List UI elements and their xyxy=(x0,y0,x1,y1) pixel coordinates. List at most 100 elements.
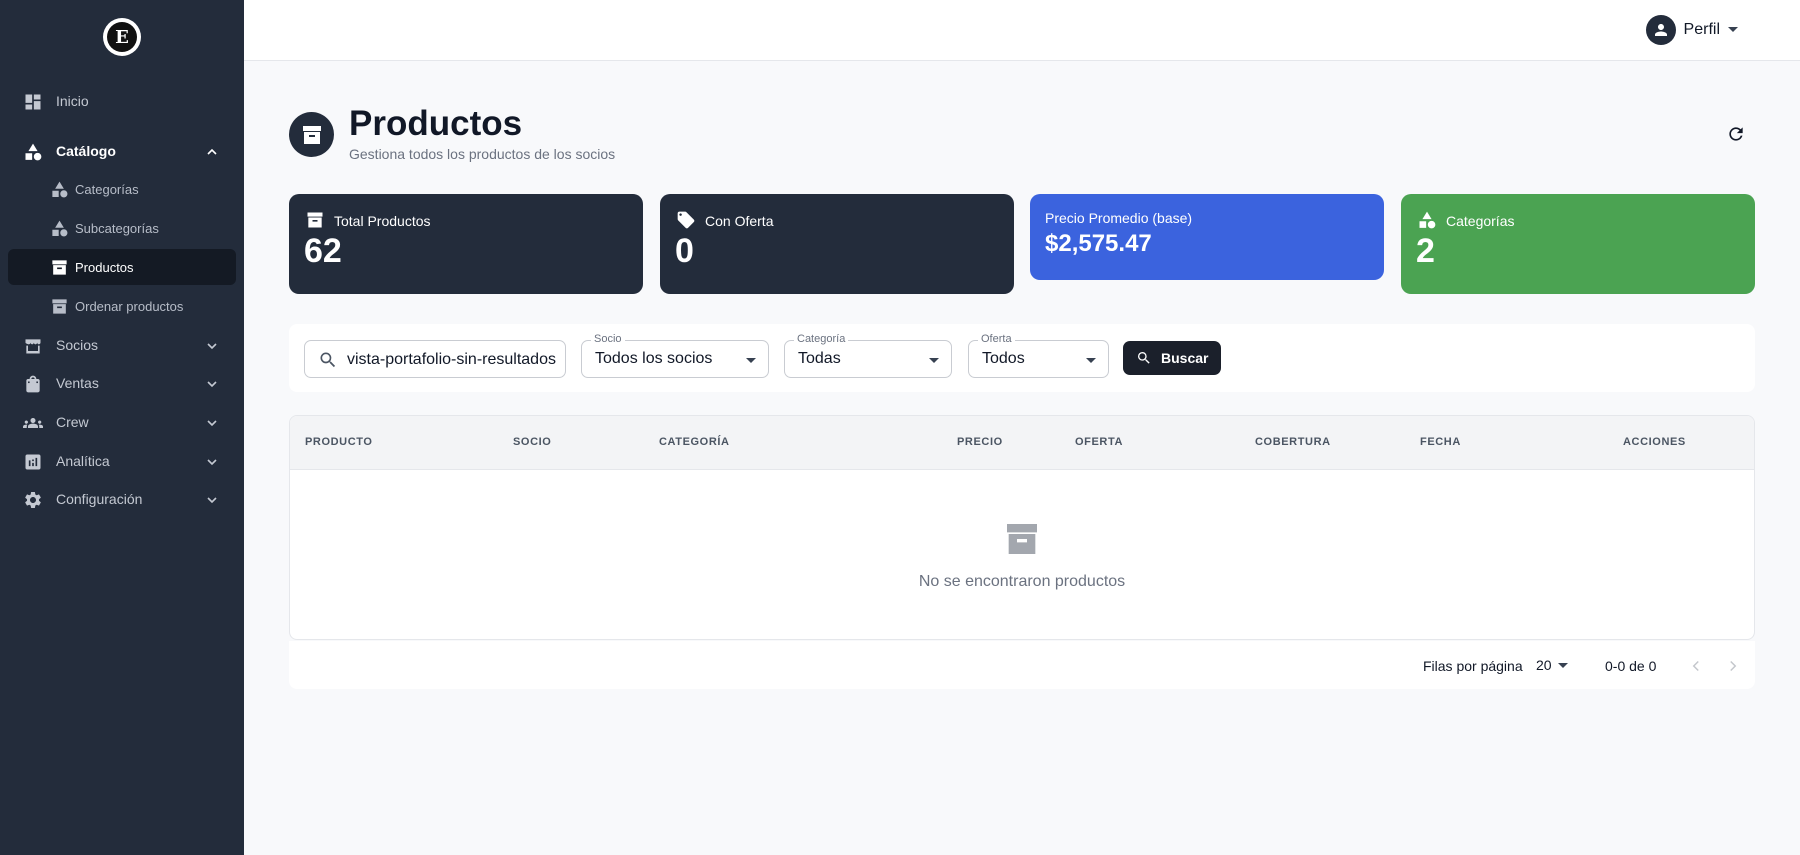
archive-icon xyxy=(52,299,67,314)
sidebar-item-crew[interactable]: Crew xyxy=(8,404,236,440)
chevron-down-icon xyxy=(207,343,217,350)
store-icon xyxy=(25,339,41,354)
column-header-socio[interactable]: SOCIO xyxy=(513,436,551,448)
stat-card-categorias: Categorías 2 xyxy=(1401,194,1755,294)
stat-value: 2 xyxy=(1416,232,1435,270)
stat-value: 62 xyxy=(304,232,342,270)
sidebar-subitem-productos[interactable]: Productos xyxy=(8,249,236,285)
dashboard-icon xyxy=(25,94,41,110)
logo-letter: E xyxy=(107,22,137,52)
sidebar-item-inicio[interactable]: Inicio xyxy=(8,83,236,119)
chevron-down-icon xyxy=(207,381,217,388)
empty-state-message: No se encontraron productos xyxy=(918,573,1126,590)
sidebar-subitem-categorias[interactable]: Categorías xyxy=(8,171,236,207)
stat-label: Con Oferta xyxy=(705,213,774,229)
caret-down-icon xyxy=(1728,27,1738,32)
profile-menu[interactable]: Perfil xyxy=(1645,15,1738,45)
search-button[interactable]: Buscar xyxy=(1123,341,1221,375)
caret-down-icon xyxy=(1558,663,1568,668)
sidebar-item-catalogo[interactable]: Catálogo xyxy=(8,133,236,169)
topbar: Perfil xyxy=(244,0,1800,61)
chevron-right-icon[interactable] xyxy=(1724,657,1742,675)
shopping-bag-icon xyxy=(26,375,40,393)
sidebar-item-label: Crew xyxy=(56,414,89,430)
chevron-up-icon xyxy=(207,148,217,155)
rows-per-page-value: 20 xyxy=(1536,657,1552,673)
categoria-select-value: Todas xyxy=(798,350,841,367)
column-header-fecha[interactable]: FECHA xyxy=(1420,436,1461,448)
rows-per-page-select[interactable]: 20 xyxy=(1536,657,1576,677)
sidebar-subitem-subcategorias[interactable]: Subcategorías xyxy=(8,210,236,246)
gear-icon xyxy=(25,492,41,508)
sidebar-item-configuracion[interactable]: Configuración xyxy=(8,481,236,517)
analytics-icon xyxy=(25,454,41,470)
column-header-categoria[interactable]: CATEGORÍA xyxy=(659,436,730,448)
shapes-icon xyxy=(52,181,68,198)
socio-select-label: Socio xyxy=(591,333,625,345)
stat-label: Precio Promedio (base) xyxy=(1045,210,1193,226)
archive-icon xyxy=(52,260,67,275)
user-icon xyxy=(1654,24,1667,36)
profile-label: Perfil xyxy=(1683,21,1720,38)
stat-value: $2,575.47 xyxy=(1045,230,1152,257)
sidebar-item-label: Ventas xyxy=(56,375,99,391)
shapes-icon xyxy=(1419,211,1436,229)
search-icon xyxy=(1138,352,1150,364)
pagination-range: 0-0 de 0 xyxy=(1605,658,1657,674)
oferta-select[interactable]: Oferta Todos xyxy=(968,333,1109,378)
page-header-icon xyxy=(289,112,334,157)
tag-icon xyxy=(677,211,695,229)
sidebar: E Inicio Catálogo Categorías Subcategorí… xyxy=(0,0,244,855)
sidebar-subitem-label: Productos xyxy=(75,259,134,275)
sidebar-item-label: Catálogo xyxy=(56,143,116,159)
stat-card-precio-promedio: Precio Promedio (base) $2,575.47 xyxy=(1030,194,1384,280)
sidebar-item-label: Inicio xyxy=(56,93,89,109)
archive-icon xyxy=(1007,524,1037,554)
stat-card-con-oferta: Con Oferta 0 xyxy=(660,194,1014,294)
chevron-down-icon xyxy=(207,459,217,466)
column-header-precio[interactable]: PRECIO xyxy=(957,436,1003,448)
sidebar-subitem-label: Categorías xyxy=(75,181,139,197)
table-header: PRODUCTO SOCIO CATEGORÍA PRECIO OFERTA C… xyxy=(290,416,1754,470)
sidebar-item-socios[interactable]: Socios xyxy=(8,327,236,363)
oferta-select-value: Todos xyxy=(982,350,1025,367)
stat-value: 0 xyxy=(675,232,694,270)
sidebar-subitem-label: Subcategorías xyxy=(75,220,159,236)
stat-label: Total Productos xyxy=(334,213,431,229)
sidebar-item-label: Configuración xyxy=(56,491,143,507)
shapes-icon xyxy=(52,220,68,237)
sidebar-item-ventas[interactable]: Ventas xyxy=(8,365,236,401)
sidebar-item-analitica[interactable]: Analítica xyxy=(8,443,236,479)
chevron-down-icon xyxy=(207,420,217,427)
archive-icon xyxy=(302,125,321,144)
column-header-cobertura[interactable]: COBERTURA xyxy=(1255,436,1331,448)
search-icon xyxy=(320,352,336,368)
avatar xyxy=(1645,15,1676,45)
search-field[interactable] xyxy=(304,340,566,378)
socio-select[interactable]: Socio Todos los socios xyxy=(581,333,769,378)
caret-down-icon xyxy=(1086,358,1096,363)
app-logo[interactable]: E xyxy=(103,18,141,56)
sidebar-item-label: Analítica xyxy=(56,453,110,469)
socio-select-value: Todos los socios xyxy=(595,350,713,367)
pagination: Filas por página 20 0-0 de 0 xyxy=(289,641,1755,689)
column-header-oferta[interactable]: OFERTA xyxy=(1075,436,1123,448)
search-button-label: Buscar xyxy=(1161,350,1209,366)
caret-down-icon xyxy=(746,358,756,363)
chevron-left-icon[interactable] xyxy=(1687,657,1705,675)
caret-down-icon xyxy=(929,358,939,363)
refresh-icon[interactable] xyxy=(1726,124,1746,144)
sidebar-subitem-label: Ordenar productos xyxy=(75,298,184,314)
archive-icon xyxy=(307,212,323,228)
page-title: Productos xyxy=(349,104,523,143)
sidebar-subitem-ordenar-productos[interactable]: Ordenar productos xyxy=(8,288,236,324)
categoria-select-label: Categoría xyxy=(794,333,849,345)
column-header-producto[interactable]: PRODUCTO xyxy=(305,436,373,448)
shapes-icon xyxy=(25,143,42,161)
column-header-acciones: ACCIONES xyxy=(1623,436,1686,448)
search-input[interactable] xyxy=(347,349,557,371)
categoria-select[interactable]: Categoría Todas xyxy=(784,333,952,378)
stat-label: Categorías xyxy=(1446,213,1515,229)
chevron-down-icon xyxy=(207,497,217,504)
filter-bar: Socio Todos los socios Categoría Todas O… xyxy=(289,324,1755,392)
